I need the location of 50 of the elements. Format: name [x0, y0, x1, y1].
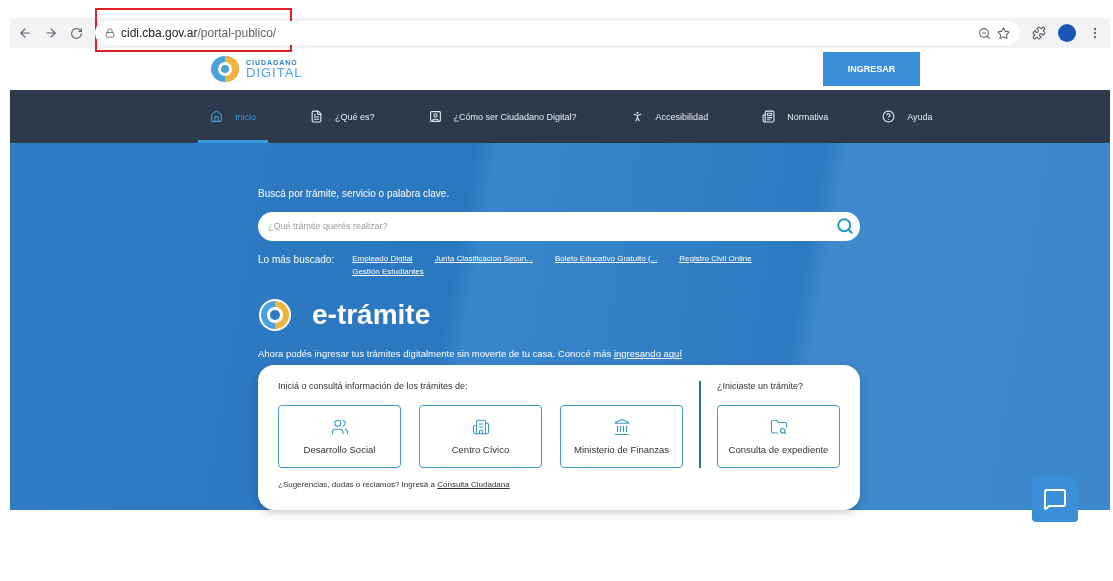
- documents-icon: [762, 110, 776, 123]
- building-icon: [471, 417, 490, 436]
- profile-avatar[interactable]: [1058, 24, 1076, 42]
- nav-tab[interactable]: Normativa: [750, 90, 841, 143]
- category-button[interactable]: Desarrollo Social: [278, 404, 401, 468]
- lock-icon: [105, 28, 115, 38]
- reload-icon[interactable]: [70, 26, 83, 40]
- search-icon[interactable]: [836, 217, 854, 236]
- folder-search-icon: [769, 417, 788, 436]
- zoom-icon[interactable]: [978, 26, 991, 40]
- category-button[interactable]: Consulta de expediente: [717, 404, 840, 468]
- nav-tab[interactable]: Ayuda: [870, 90, 945, 143]
- popular-link[interactable]: Junta Clasificacion Secun...: [434, 253, 533, 263]
- card-heading: ¿Iniciaste un trámite?: [717, 380, 805, 391]
- search-field[interactable]: ¿Qué trámite querés realizar?: [266, 220, 836, 233]
- popular-link[interactable]: Boleto Educativo Gratuito (...: [554, 253, 658, 263]
- popular-link[interactable]: Empleado Digital: [352, 253, 413, 263]
- search-title: Buscá por trámite, servicio o palabra clave.: [258, 188, 451, 199]
- id-card-icon: [428, 110, 442, 123]
- help-icon: [882, 110, 896, 123]
- intro-link[interactable]: ingresando aquí: [613, 347, 683, 359]
- document-icon: [310, 110, 323, 123]
- etramite-title: e-trámite: [312, 298, 431, 331]
- card-heading: Iniciá o consultá información de los trámites de:: [278, 380, 469, 391]
- popular-label: Lo más buscado:: [258, 253, 335, 267]
- nav-tab[interactable]: ¿Cómo ser Ciudadano Digital?: [416, 90, 589, 143]
- back-icon[interactable]: [18, 26, 32, 40]
- url-text: cidi.cba.gov.ar/portal-publico/: [121, 26, 277, 40]
- nav-tab[interactable]: Accesibilidad: [618, 90, 721, 143]
- logo-icon: [210, 55, 240, 83]
- popular-link[interactable]: Gestión Estudiantes: [352, 266, 424, 276]
- intro-text: Ahora podés ingresar tus trámites digitalmente sin moverte de tu casa. Conocé más ingresando aquí: [258, 347, 684, 359]
- nav-tab[interactable]: ¿Qué es?: [298, 90, 387, 143]
- e-logo-icon: [258, 297, 292, 332]
- address-bar[interactable]: cidi.cba.gov.ar/portal-publico/: [95, 21, 1020, 45]
- search-bar[interactable]: ¿Qué trámite querés realizar?: [258, 212, 860, 241]
- feedback-link[interactable]: Consulta Ciudadana: [437, 479, 510, 489]
- category-button[interactable]: Ministerio de Finanzas: [560, 404, 683, 468]
- extensions-icon[interactable]: [1032, 26, 1046, 40]
- people-icon: [330, 417, 349, 436]
- home-icon: [210, 110, 223, 123]
- logo-text: DIGITAL: [246, 66, 303, 79]
- chat-icon: [1043, 486, 1067, 511]
- chat-button[interactable]: [1032, 475, 1078, 522]
- category-button[interactable]: Centro Cívico: [419, 404, 542, 468]
- popular-link[interactable]: Registro Civil Online: [679, 253, 752, 263]
- forward-icon[interactable]: [44, 26, 58, 40]
- bookmark-star-icon[interactable]: [997, 26, 1010, 40]
- feedback-text: ¿Sugerencias, dudas o reclamos? Ingresá a Consulta Ciudadana: [278, 479, 511, 489]
- building-icon: [612, 417, 631, 436]
